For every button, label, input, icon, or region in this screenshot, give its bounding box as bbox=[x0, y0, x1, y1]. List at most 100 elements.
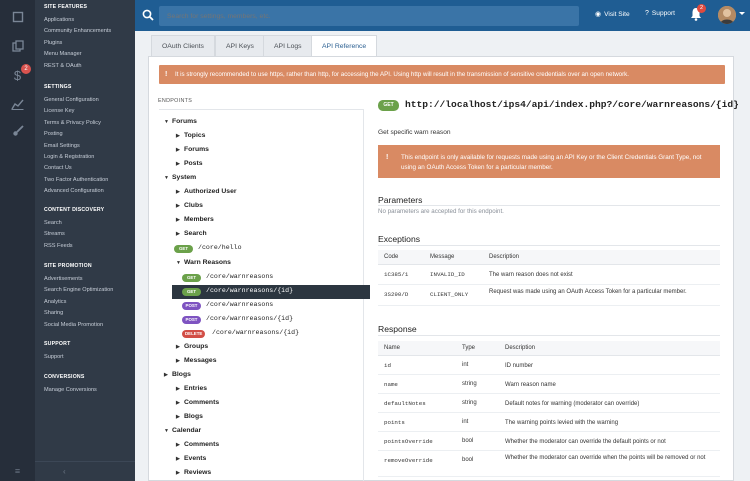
tree-node[interactable]: ▶ Blogs bbox=[176, 413, 203, 420]
caret-right-icon: ▶ bbox=[176, 217, 180, 224]
tree-node-label: Clubs bbox=[184, 202, 203, 210]
menu-link[interactable]: Streams bbox=[44, 231, 65, 237]
menu-link[interactable]: Search bbox=[44, 220, 62, 226]
square-icon[interactable] bbox=[0, 4, 35, 30]
tab-api-logs[interactable]: API Logs bbox=[263, 35, 313, 56]
endpoint-item[interactable]: GET/core/warnreasons bbox=[172, 271, 370, 285]
tree-node[interactable]: ▶ Messages bbox=[176, 357, 217, 364]
menu-link[interactable]: Community Enhancements bbox=[44, 28, 111, 34]
method-badge: GET bbox=[182, 273, 201, 282]
tree-node[interactable]: ▼ Calendar bbox=[164, 427, 201, 434]
copy-icon[interactable] bbox=[0, 33, 35, 59]
table-row: 3S290/D CLIENT_ONLY Request was made using… bbox=[378, 285, 720, 306]
menu-link[interactable]: REST & OAuth bbox=[44, 63, 82, 69]
table-cell: Request was made using an OAuth Access T… bbox=[489, 289, 687, 295]
tree-node[interactable]: ▶ Topics bbox=[176, 132, 205, 139]
tree-node[interactable]: ▶ Groups bbox=[176, 343, 208, 350]
tree-node[interactable]: ▶ Posts bbox=[176, 160, 203, 167]
brush-icon[interactable] bbox=[0, 118, 35, 144]
caret-right-icon: ▶ bbox=[176, 385, 180, 392]
tree-node[interactable]: ▶ Reviews bbox=[176, 469, 211, 476]
caret-right-icon: ▶ bbox=[176, 147, 180, 154]
menu-link[interactable]: License Key bbox=[44, 108, 74, 114]
tree-node-label: Authorized User bbox=[184, 188, 237, 196]
menu-link[interactable]: Advertisements bbox=[44, 276, 83, 282]
tree-node[interactable]: ▶ Events bbox=[176, 455, 206, 462]
table-cell: Default notes for warning (moderator can… bbox=[505, 401, 640, 407]
table-cell: INVALID_ID bbox=[430, 271, 465, 278]
menu-link[interactable]: Analytics bbox=[44, 299, 66, 305]
avatar[interactable] bbox=[718, 6, 736, 24]
tree-node[interactable]: ▶ Clubs bbox=[176, 202, 203, 209]
menu-link[interactable]: Login & Registration bbox=[44, 154, 94, 160]
tree-node-label: Comments bbox=[184, 399, 220, 406]
table-row: defaultNotes string Default notes for warn… bbox=[378, 394, 720, 413]
endpoint-path: /core/warnreasons bbox=[206, 300, 274, 308]
tree-node[interactable]: ▶ Blogs bbox=[164, 371, 191, 378]
table-cell: name bbox=[384, 381, 398, 388]
tree-node[interactable]: ▼ System bbox=[164, 174, 196, 181]
tree-node[interactable]: ▶ Search bbox=[176, 230, 207, 237]
tree-node-label: Events bbox=[184, 455, 207, 463]
menu-link[interactable]: Two Factor Authentication bbox=[44, 177, 108, 183]
table-cell: pointsOverride bbox=[384, 438, 433, 445]
menu-link[interactable]: Menu Manager bbox=[44, 51, 82, 57]
endpoint-item[interactable]: GET/core/hello bbox=[172, 242, 370, 256]
tree-node[interactable]: ▼ Warn Reasons bbox=[176, 259, 231, 266]
endpoint-item[interactable]: POST/core/warnreasons/{id} bbox=[172, 313, 370, 327]
access-warning-text: This endpoint is only available for requ… bbox=[401, 154, 702, 171]
caret-right-icon: ▶ bbox=[176, 189, 180, 196]
table-cell: bool bbox=[462, 457, 474, 463]
top-header: ◉Visit Site ?Support 2 bbox=[135, 0, 750, 31]
tree-node[interactable]: ▶ Comments bbox=[176, 399, 219, 406]
menu-link[interactable]: Terms & Privacy Policy bbox=[44, 120, 101, 126]
menu-link[interactable]: RSS Feeds bbox=[44, 243, 73, 249]
table-cell: bool bbox=[462, 438, 474, 444]
menu-link[interactable]: General Configuration bbox=[44, 97, 99, 103]
tree-node[interactable]: ▶ Forums bbox=[176, 146, 209, 153]
menu-toggle-icon[interactable]: ≡ bbox=[0, 461, 35, 481]
support-link[interactable]: ? Support bbox=[645, 10, 675, 17]
endpoints-title: ENDPOINTS bbox=[158, 98, 193, 104]
menu-section-heading: SETTINGS bbox=[44, 84, 72, 90]
tree-node[interactable]: ▼ Forums bbox=[164, 118, 197, 125]
endpoint-path: /core/warnreasons/{id} bbox=[212, 328, 300, 336]
collapse-icon[interactable]: ‹ bbox=[35, 461, 135, 481]
chevron-down-icon[interactable] bbox=[739, 12, 745, 15]
menu-link[interactable]: Support bbox=[44, 354, 64, 360]
table-cell: int bbox=[462, 419, 469, 425]
column-header: Description bbox=[489, 254, 520, 260]
endpoint-selected[interactable]: GET/core/warnreasons/{id} bbox=[172, 284, 370, 299]
menu-link[interactable]: Email Settings bbox=[44, 143, 80, 149]
method-badge: POST bbox=[182, 315, 201, 324]
tab-api-reference[interactable]: API Reference bbox=[311, 35, 378, 57]
menu-link[interactable]: Advanced Configuration bbox=[44, 188, 104, 194]
endpoint-item[interactable]: DELETE/core/warnreasons/{id} bbox=[172, 327, 370, 341]
tree-node[interactable]: ▶ Authorized User bbox=[176, 188, 237, 195]
menu-link[interactable]: Posting bbox=[44, 131, 63, 137]
menu-link[interactable]: Search Engine Optimization bbox=[44, 287, 113, 293]
visit-site-link[interactable]: ◉ Visit Site bbox=[595, 10, 630, 18]
tree-node-label: Forums bbox=[184, 146, 209, 154]
help-icon: ? bbox=[645, 10, 649, 17]
menu-link[interactable]: Social Media Promotion bbox=[44, 322, 103, 328]
menu-link[interactable]: Manage Conversions bbox=[44, 387, 97, 393]
tab-oauth-clients[interactable]: OAuth Clients bbox=[151, 35, 215, 56]
caret-right-icon: ▶ bbox=[176, 470, 180, 477]
tab-api-keys[interactable]: API Keys bbox=[215, 35, 265, 56]
menu-link[interactable]: Contact Us bbox=[44, 165, 72, 171]
search-input[interactable] bbox=[159, 6, 579, 26]
menu-link[interactable]: Sharing bbox=[44, 310, 63, 316]
menu-link[interactable]: Applications bbox=[44, 17, 74, 23]
chart-icon[interactable] bbox=[0, 91, 35, 117]
tree-node[interactable]: ▶ Entries bbox=[176, 385, 207, 392]
caret-right-icon: ▶ bbox=[176, 231, 180, 238]
menu-link[interactable]: Plugins bbox=[44, 40, 62, 46]
endpoint-tree: ▼ Forums ▶ Topics ▶ Forums ▶ Posts ▼ System ▶ Autho… bbox=[159, 109, 370, 481]
caret-right-icon: ▶ bbox=[176, 203, 180, 210]
endpoint-description: Get specific warn reason bbox=[378, 129, 451, 136]
tree-node[interactable]: ▶ Members bbox=[176, 216, 214, 223]
tree-node[interactable]: ▶ Comments bbox=[176, 441, 219, 448]
endpoint-item[interactable]: POST/core/warnreasons bbox=[172, 299, 370, 313]
method-badge: POST bbox=[182, 301, 201, 310]
